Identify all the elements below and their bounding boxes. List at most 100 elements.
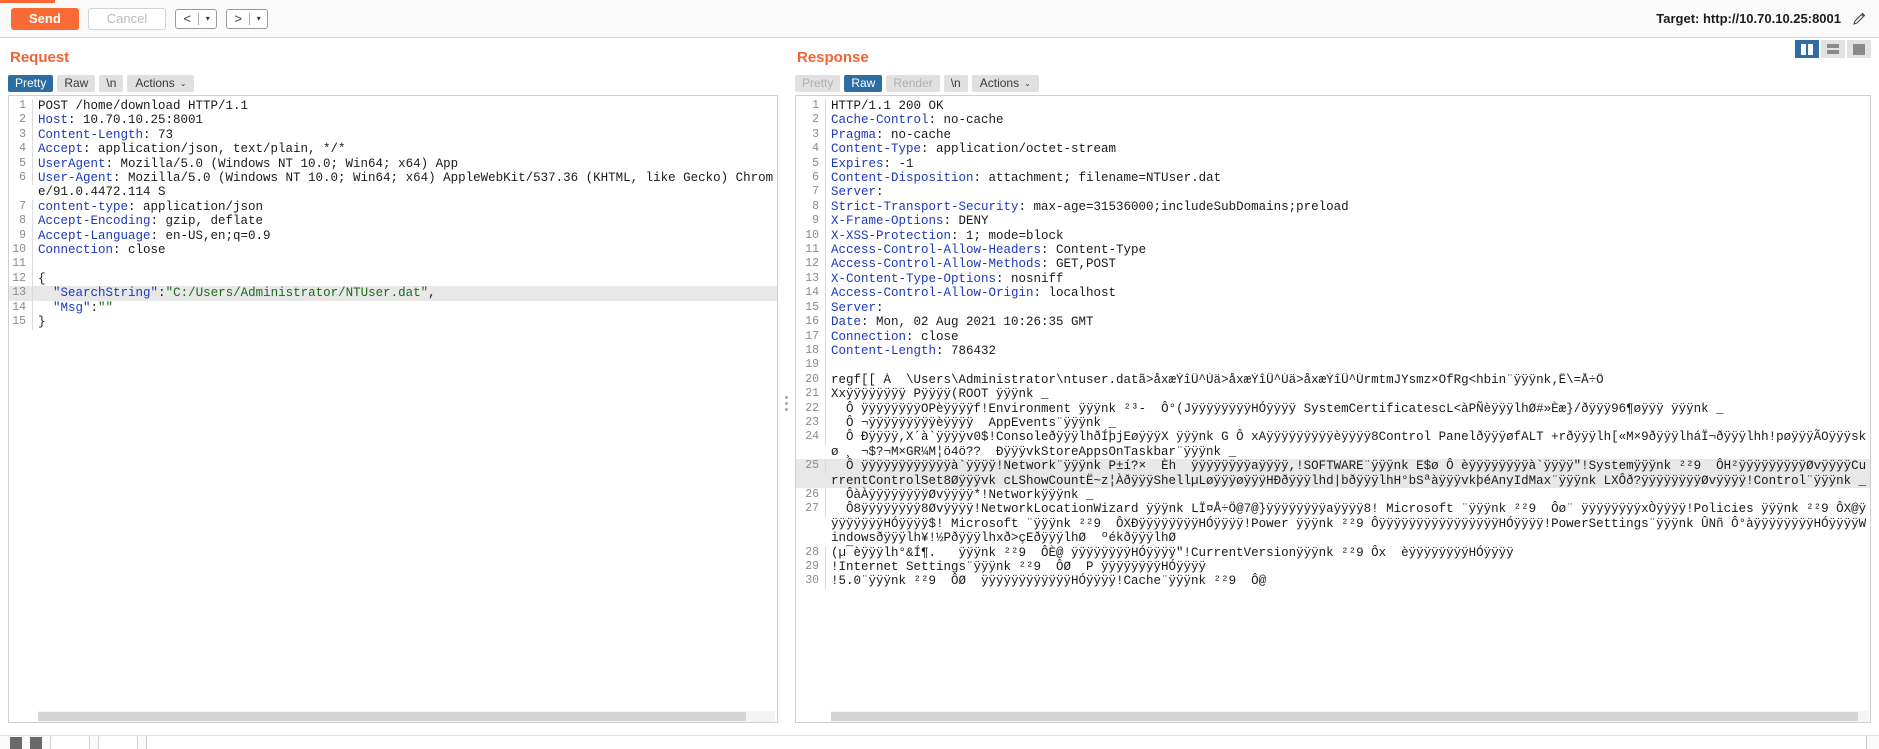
response-line[interactable]: 20 regf[[ À \Users\Administrator\ntuser.d… bbox=[796, 372, 1870, 388]
chevron-down-icon[interactable]: ⌄ bbox=[1024, 75, 1031, 92]
response-line[interactable]: 28 (µ¯èÿÿÿlh°&Í¶. ÿÿÿnk ²²9 ÔÈ@ ÿÿÿÿÿÿÿÿH… bbox=[796, 545, 1870, 560]
back-nav-group[interactable]: < ▾ bbox=[175, 8, 218, 29]
pencil-icon[interactable] bbox=[1851, 11, 1867, 27]
panel-divider-handle[interactable] bbox=[783, 392, 789, 414]
line-text[interactable]: content-type: application/json bbox=[33, 200, 777, 214]
request-line[interactable]: 8 Accept-Encoding: gzip, deflate bbox=[9, 214, 777, 229]
request-line[interactable]: 15} bbox=[9, 315, 777, 330]
forward-button[interactable]: > bbox=[227, 10, 249, 28]
response-tab-actions[interactable]: Actions ⌄ bbox=[971, 75, 1039, 92]
stacked-layout-icon[interactable] bbox=[1821, 40, 1845, 58]
response-line[interactable]: 3 Pragma: no-cache bbox=[796, 127, 1870, 143]
request-line[interactable]: 4 Accept: application/json, text/plain, *… bbox=[9, 142, 777, 157]
back-dropdown-icon[interactable]: ▾ bbox=[199, 10, 216, 28]
response-editor[interactable]: 1 HTTP/1.1 200 OK 2 Cache-Control: no-cache… bbox=[795, 95, 1871, 723]
line-text[interactable]: POST /home/download HTTP/1.1 bbox=[33, 99, 777, 113]
line-text[interactable]: HTTP/1.1 200 OK bbox=[826, 99, 1870, 113]
request-tab-pretty[interactable]: Pretty bbox=[8, 75, 54, 92]
forward-dropdown-icon[interactable]: ▾ bbox=[250, 10, 267, 28]
line-text[interactable]: "Msg":"" bbox=[33, 301, 777, 315]
side-by-side-layout-icon[interactable] bbox=[1795, 40, 1819, 58]
line-text[interactable]: Connection: close bbox=[826, 330, 1870, 344]
response-tab-pretty[interactable]: Pretty bbox=[795, 75, 841, 92]
line-text[interactable]: Host: 10.70.10.25:8001 bbox=[33, 113, 777, 127]
request-line[interactable]: 12 { bbox=[9, 271, 777, 287]
response-line[interactable]: 25 Ô ÿÿÿÿÿÿÿÿÿÿÿÿà`ÿÿÿÿ!Network¨ÿÿÿnk P±… bbox=[796, 459, 1870, 488]
line-text[interactable]: Content-Length: 73 bbox=[33, 128, 777, 142]
response-line[interactable]: 11 Access-Control-Allow-Headers: Content-… bbox=[796, 243, 1870, 258]
line-text[interactable]: Xxÿÿÿÿÿÿÿÿ Pÿÿÿÿ(ROOT ÿÿÿnk _ bbox=[826, 387, 1870, 401]
line-text[interactable]: Content-Length: 786432 bbox=[826, 344, 1870, 358]
line-text[interactable]: !Internet Settings¨ÿÿÿnk ²²9 ÔØ P ÿÿÿÿÿÿ… bbox=[826, 560, 1870, 574]
response-line[interactable]: 13 X-Content-Type-Options: nosniff bbox=[796, 271, 1870, 287]
line-text[interactable]: Expires: -1 bbox=[826, 157, 1870, 171]
line-text[interactable]: (µ¯èÿÿÿlh°&Í¶. ÿÿÿnk ²²9 ÔÈ@ ÿÿÿÿÿÿÿÿHÓÿ… bbox=[826, 546, 1870, 560]
line-text[interactable]: Access-Control-Allow-Headers: Content-Ty… bbox=[826, 243, 1870, 257]
response-line[interactable]: 22 Ô ÿÿÿÿÿÿÿÿOPèÿÿÿÿf!Environment ÿÿÿnk … bbox=[796, 401, 1870, 416]
response-line[interactable]: 24 Ô Ðÿÿÿÿ,X´à`ÿÿÿÿv0$!ConsoleðÿÿÿlhðÍþj… bbox=[796, 430, 1870, 459]
request-line[interactable]: 14 "Msg":"" bbox=[9, 300, 777, 316]
response-line[interactable]: 6 Content-Disposition: attachment; filena… bbox=[796, 171, 1870, 186]
request-line[interactable]: 2 Host: 10.70.10.25:8001 bbox=[9, 113, 777, 128]
response-line[interactable]: 2 Cache-Control: no-cache bbox=[796, 113, 1870, 128]
response-line[interactable]: 30 !5.0¨ÿÿÿnk ²²9 ÔØ ÿÿÿÿÿÿÿÿÿÿÿÿHÓÿÿÿÿ!C… bbox=[796, 574, 1870, 589]
request-line[interactable]: 11 bbox=[9, 257, 777, 272]
line-text[interactable]: Accept-Language: en-US,en;q=0.9 bbox=[33, 229, 777, 243]
request-line[interactable]: 3 Content-Length: 73 bbox=[9, 127, 777, 143]
request-line[interactable]: 9 Accept-Language: en-US,en;q=0.9 bbox=[9, 228, 777, 244]
line-text[interactable]: Strict-Transport-Security: max-age=31536… bbox=[826, 200, 1870, 214]
line-text[interactable]: { bbox=[33, 272, 777, 286]
search-input[interactable] bbox=[146, 736, 1867, 749]
line-text[interactable]: ÔàÀÿÿÿÿÿÿÿÿØvÿÿÿÿ*!Networkÿÿÿnk _ bbox=[826, 488, 1870, 502]
response-line[interactable]: 15 Server: bbox=[796, 300, 1870, 316]
single-pane-layout-icon[interactable] bbox=[1847, 40, 1871, 58]
response-line[interactable]: 4 Content-Type: application/octet-stream bbox=[796, 142, 1870, 157]
line-text[interactable]: Ô ÿÿÿÿÿÿÿÿOPèÿÿÿÿf!Environment ÿÿÿnk ²³-… bbox=[826, 402, 1870, 416]
response-line[interactable]: 9 X-Frame-Options: DENY bbox=[796, 214, 1870, 229]
line-text[interactable]: Server: bbox=[826, 301, 1870, 315]
response-line[interactable]: 7 Server: bbox=[796, 185, 1870, 200]
send-button[interactable]: Send bbox=[11, 7, 79, 30]
response-line[interactable]: 21 Xxÿÿÿÿÿÿÿÿ Pÿÿÿÿ(ROOT ÿÿÿnk _ bbox=[796, 387, 1870, 402]
response-line[interactable]: 16 Date: Mon, 02 Aug 2021 10:26:35 GMT bbox=[796, 315, 1870, 330]
request-code-area[interactable]: 1 POST /home/download HTTP/1.1 2 Host: 10.7… bbox=[9, 96, 777, 722]
chevron-down-icon[interactable]: ⌄ bbox=[180, 75, 187, 92]
line-text[interactable]: Date: Mon, 02 Aug 2021 10:26:35 GMT bbox=[826, 315, 1870, 329]
line-text[interactable]: Accept: application/json, text/plain, */… bbox=[33, 142, 777, 156]
response-line[interactable]: 1 HTTP/1.1 200 OK bbox=[796, 99, 1870, 114]
line-text[interactable]: } bbox=[33, 315, 777, 329]
request-tab-n[interactable]: \n bbox=[99, 75, 124, 92]
line-text[interactable]: Pragma: no-cache bbox=[826, 128, 1870, 142]
regex-toggle[interactable] bbox=[98, 736, 138, 749]
response-line[interactable]: 10 X-XSS-Protection: 1; mode=block bbox=[796, 228, 1870, 244]
response-line[interactable]: 26 ÔàÀÿÿÿÿÿÿÿÿØvÿÿÿÿ*!Networkÿÿÿnk _ bbox=[796, 487, 1870, 503]
request-horizontal-scrollbar[interactable] bbox=[38, 711, 775, 722]
line-text[interactable]: User-Agent: Mozilla/5.0 (Windows NT 10.0… bbox=[33, 171, 777, 200]
response-tab-raw[interactable]: Raw bbox=[844, 75, 883, 92]
response-line[interactable]: 17 Connection: close bbox=[796, 329, 1870, 344]
line-text[interactable]: Content-Disposition: attachment; filenam… bbox=[826, 171, 1870, 185]
line-text[interactable]: Ô8ÿÿÿÿÿÿÿÿ8Øvÿÿÿÿ!NetworkLocationWizard … bbox=[826, 502, 1870, 545]
request-line[interactable]: 1 POST /home/download HTTP/1.1 bbox=[9, 99, 777, 114]
response-line[interactable]: 27 Ô8ÿÿÿÿÿÿÿÿ8Øvÿÿÿÿ!NetworkLocationWiza… bbox=[796, 502, 1870, 545]
line-text[interactable]: X-Content-Type-Options: nosniff bbox=[826, 272, 1870, 286]
next-match-icon[interactable] bbox=[30, 736, 42, 749]
line-text[interactable]: Access-Control-Allow-Origin: localhost bbox=[826, 286, 1870, 300]
response-line[interactable]: 14 Access-Control-Allow-Origin: localhost bbox=[796, 286, 1870, 301]
response-line[interactable]: 29 !Internet Settings¨ÿÿÿnk ²²9 ÔØ P ÿÿÿÿ… bbox=[796, 560, 1870, 575]
response-line[interactable]: 8 Strict-Transport-Security: max-age=3153… bbox=[796, 199, 1870, 215]
response-line[interactable]: 19 bbox=[796, 358, 1870, 373]
line-text[interactable]: "SearchString":"C:/Users/Administrator/N… bbox=[33, 286, 777, 300]
line-text[interactable]: Ô ¬ÿÿÿÿÿÿÿÿÿèÿÿÿÿ AppEvents¨ÿÿÿnk _ bbox=[826, 416, 1870, 430]
response-line[interactable]: 18 Content-Length: 786432 bbox=[796, 343, 1870, 359]
line-text[interactable]: Content-Type: application/octet-stream bbox=[826, 142, 1870, 156]
response-code-area[interactable]: 1 HTTP/1.1 200 OK 2 Cache-Control: no-cache… bbox=[796, 96, 1870, 722]
request-editor[interactable]: 1 POST /home/download HTTP/1.1 2 Host: 10.7… bbox=[8, 95, 778, 723]
response-tab-n[interactable]: \n bbox=[943, 75, 968, 92]
match-case-toggle[interactable] bbox=[50, 736, 90, 749]
line-text[interactable]: Access-Control-Allow-Methods: GET,POST bbox=[826, 257, 1870, 271]
response-line[interactable]: 12 Access-Control-Allow-Methods: GET,POST bbox=[796, 257, 1870, 272]
line-text[interactable]: Connection: close bbox=[33, 243, 777, 257]
line-text[interactable]: X-Frame-Options: DENY bbox=[826, 214, 1870, 228]
prev-match-icon[interactable] bbox=[10, 736, 22, 749]
